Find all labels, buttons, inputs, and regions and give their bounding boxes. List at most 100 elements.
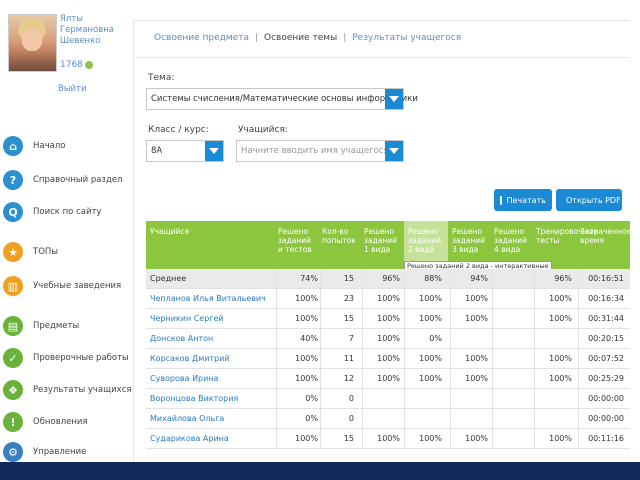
table-cell: 100% [549, 354, 572, 363]
th-solved-type1[interactable]: Решено заданий 1 вида [364, 227, 404, 254]
sidebar-item-updates[interactable]: ! Обновления [0, 411, 125, 433]
table-cell: 100% [377, 434, 400, 443]
home-icon: ⌂ [3, 136, 23, 156]
user-name[interactable]: Ялты Германовна Шевенко [60, 14, 122, 47]
table-cell: 100% [377, 334, 400, 343]
sidebar-item-results[interactable]: ❖ Результаты учащихся [0, 379, 131, 401]
logout-link[interactable]: Выйти [58, 84, 87, 94]
settings-icon: ⚙ [3, 442, 23, 462]
table-cell: 11 [343, 354, 354, 363]
sidebar-item-tops[interactable]: ★ ТОПы [0, 241, 125, 263]
table-row: Донсков Антон 40% 7 100% 0% 00:20:15 [146, 329, 630, 349]
table-cell: 100% [419, 434, 442, 443]
table-cell: 96% [554, 274, 572, 283]
topic-select[interactable]: Системы счисления/Математические основы … [146, 88, 418, 110]
column-divider [578, 409, 579, 428]
column-divider [450, 409, 451, 428]
table-row: Суворова Ирина 100% 12 100% 100% 100% 100% 00:2… [146, 369, 630, 389]
sidebar-item-label: Проверочные работы [33, 353, 129, 363]
sidebar-item-search[interactable]: Q Поиск по сайту [0, 201, 125, 223]
table-cell: 100% [295, 374, 318, 383]
chevron-down-icon[interactable] [385, 141, 403, 161]
student-name-link[interactable]: Суворова Ирина [150, 374, 218, 383]
sidebar-item-schools[interactable]: ▥ Учебные заведения [0, 275, 125, 297]
sidebar-item-tests[interactable]: ✓ Проверочные работы [0, 347, 129, 369]
th-attempts[interactable]: Кол-во попыток [322, 227, 358, 245]
column-divider [534, 329, 535, 348]
sidebar-item-label: Учебные заведения [33, 281, 122, 291]
table-cell: 0% [305, 394, 318, 403]
student-name-link[interactable]: Черникин Сергей [150, 314, 224, 323]
sidebar: Ялты Германовна Шевенко 1768 Выйти ⌂ Нач… [0, 0, 131, 463]
table-cell: 100% [295, 294, 318, 303]
table-cell: 94% [470, 274, 488, 283]
table-cell: 00:16:51 [588, 274, 624, 283]
table-cell: 100% [465, 294, 488, 303]
th-solved-type3[interactable]: Решено заданий 3 вида [452, 227, 492, 254]
column-divider [578, 289, 579, 308]
main-panel: Освоение предмета | Освоение темы | Резу… [133, 20, 631, 463]
th-training-tests[interactable]: Тренировочные тесты [536, 227, 598, 245]
sidebar-item-label: Начало [33, 141, 66, 151]
tab-subject-mastery[interactable]: Освоение предмета [154, 33, 249, 43]
column-divider [404, 389, 405, 408]
student-name-link[interactable]: Воронцова Виктория [150, 394, 238, 403]
print-button[interactable]: Печатать [494, 189, 552, 211]
avatar[interactable] [8, 14, 57, 72]
printer-icon [500, 195, 503, 205]
th-solved-type4[interactable]: Решено заданий 4 вида [494, 227, 534, 254]
sidebar-item-label: Результаты учащихся [33, 385, 132, 395]
divider [134, 57, 630, 58]
table-cell: 100% [549, 314, 572, 323]
column-divider [492, 409, 493, 428]
sidebar-item-manage[interactable]: ⚙ Управление [0, 441, 125, 463]
student-name-link[interactable]: Корсаков Дмитрий [150, 354, 230, 363]
table-cell: 00:25:29 [588, 374, 624, 383]
student-name-link[interactable]: Чепланов Илья Витальевич [150, 294, 266, 303]
table-cell: 15 [343, 314, 354, 323]
points-value: 1768 [60, 60, 83, 70]
building-icon: ▥ [3, 276, 23, 296]
table-cell: 12 [343, 374, 354, 383]
th-student[interactable]: Учащийся [150, 227, 270, 236]
sidebar-item-subjects[interactable]: ▤ Предметы [0, 315, 125, 337]
average-label: Среднее [150, 274, 187, 283]
column-divider [450, 329, 451, 348]
student-name-link[interactable]: Михайлова Ольга [150, 414, 224, 423]
student-input[interactable]: Начните вводить имя учащегося [236, 140, 404, 162]
column-divider [492, 309, 493, 328]
class-select[interactable]: 8А [146, 140, 224, 162]
open-pdf-button[interactable]: Открыть PDF [556, 189, 622, 211]
column-divider [276, 369, 277, 388]
table-cell: 88% [424, 274, 442, 283]
sidebar-item-help[interactable]: ? Справочный раздел [0, 169, 125, 191]
sidebar-item-home[interactable]: ⌂ Начало [0, 135, 125, 157]
th-solved-total[interactable]: Решено заданий и тестов [278, 227, 318, 254]
table-cell: 00:20:15 [588, 334, 624, 343]
column-divider [276, 429, 277, 448]
column-divider [450, 389, 451, 408]
tab-topic-mastery[interactable]: Освоение темы [264, 33, 337, 43]
column-divider [276, 349, 277, 368]
column-divider [492, 349, 493, 368]
table-cell: 100% [419, 314, 442, 323]
table-cell: 100% [377, 294, 400, 303]
table-cell: 100% [549, 294, 572, 303]
tab-student-results[interactable]: Результаты учащегося [352, 33, 461, 43]
column-divider [276, 289, 277, 308]
chevron-down-icon[interactable] [205, 141, 223, 161]
column-divider [404, 409, 405, 428]
table-row: Воронцова Виктория 0% 0 00:00:00 [146, 389, 630, 409]
student-name-link[interactable]: Донсков Антон [150, 334, 213, 343]
column-divider [276, 269, 277, 288]
sidebar-item-label: Справочный раздел [33, 175, 123, 185]
student-name-link[interactable]: Сударикова Арина [150, 434, 229, 443]
table-row: Чепланов Илья Витальевич 100% 23 100% 100% 10… [146, 289, 630, 309]
th-time-spent[interactable]: Затраченное время [580, 227, 631, 245]
chevron-down-icon[interactable] [385, 89, 403, 109]
table-cell: 0 [348, 394, 354, 403]
column-divider [534, 409, 535, 428]
table-cell: 100% [377, 354, 400, 363]
table-cell: 15 [343, 434, 354, 443]
topic-select-value: Системы счисления/Математические основы … [151, 94, 418, 104]
